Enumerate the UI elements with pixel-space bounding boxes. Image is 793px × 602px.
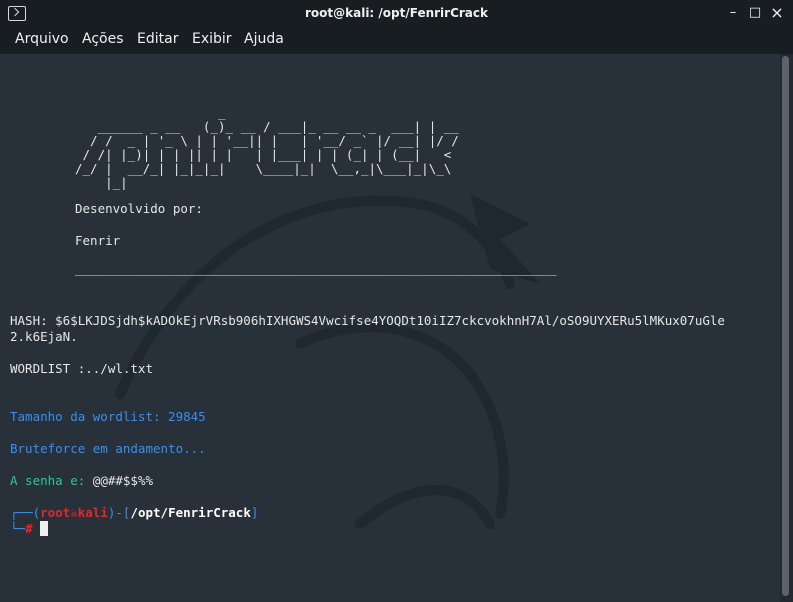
bruteforce-status-line: Bruteforce em andamento... [10,441,206,456]
maximize-button[interactable]: □ [746,4,764,22]
ascii-logo: _ ______ _ __ (_)_ __ / ___|_ __ __ _ __… [75,105,459,190]
prompt-line-2[interactable]: └─# [10,521,49,537]
password-value: @@##$$%% [92,473,154,488]
menu-bar: Arquivo Ações Editar Exibir Ajuda [0,28,793,54]
menu-editar[interactable]: Editar [137,31,178,47]
separator-line: ________________________________________… [75,261,557,276]
minimize-button[interactable]: – [724,4,742,22]
prompt-bracket-mid: )-[ [107,505,131,520]
skull-icon: ☠ [70,505,78,520]
prompt-user: root [40,505,71,520]
password-label: A senha e: [10,473,93,488]
prompt-path: /opt/FenrirCrack [130,505,251,520]
developed-by-label: Desenvolvido por: [75,201,203,216]
terminal-window: root@kali: /opt/FenrirCrack – □ × Arquiv… [0,0,793,602]
scrollbar[interactable] [780,54,793,602]
menu-ajuda[interactable]: Ajuda [244,31,284,47]
hash-line-1: HASH: $6$LKJDSjdh$kADOkEjrVRsb906hIXHGWS… [10,313,725,328]
prompt-line-1: ┌──(root☠kali)-[/opt/FenrirCrack] [10,505,258,521]
scrollbar-thumb[interactable] [782,56,789,596]
wordlist-line: WORDLIST :../wl.txt [10,361,153,376]
menu-acoes[interactable]: Ações [82,31,124,47]
prompt-corner: └─ [10,521,26,536]
prompt-symbol: # [25,521,33,536]
window-title: root@kali: /opt/FenrirCrack [304,6,489,20]
text-cursor [40,521,49,536]
menu-arquivo[interactable]: Arquivo [15,31,69,47]
password-result-line: A senha e: @@##$$%% [10,473,153,489]
prompt-bracket-open: ┌──( [10,505,41,520]
close-button[interactable]: × [768,4,786,22]
wordlist-size-line: Tamanho da wordlist: 29845 [10,409,206,424]
title-bar: root@kali: /opt/FenrirCrack – □ × [0,0,793,28]
hash-line-2: 2.k6EjaN. [10,329,78,344]
prompt-host: kali [77,505,108,520]
menu-exibir[interactable]: Exibir [192,31,232,47]
terminal-output[interactable]: _ ______ _ __ (_)_ __ / ___|_ __ __ _ __… [0,54,780,602]
author-name: Fenrir [75,233,121,248]
prompt-bracket-close: ] [250,505,259,520]
